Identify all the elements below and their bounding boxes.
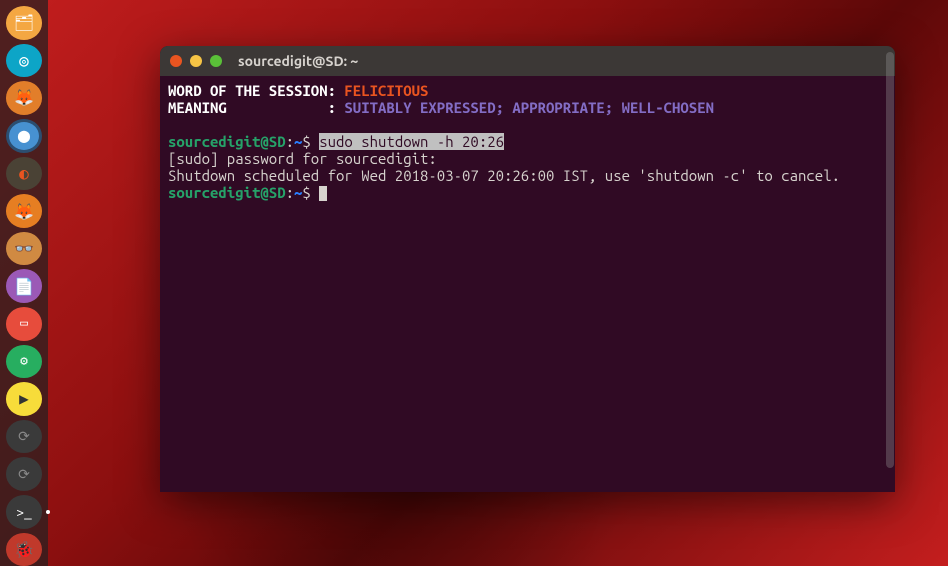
launcher-terminal-icon[interactable]: >_ xyxy=(6,495,42,529)
launcher-app-icon[interactable]: 🦊 xyxy=(6,194,42,228)
launcher-app-icon[interactable]: ⟳ xyxy=(6,420,42,454)
terminal-window: sourcedigit@SD: ~ WORD OF THE SESSION: F… xyxy=(160,46,895,492)
launcher-app-icon[interactable]: ◐ xyxy=(6,157,42,191)
session-meaning-label: MEANING : xyxy=(168,99,344,116)
launcher-dock: 🗂 ◎ 🦊 ⬤ ◐ 🦊 👓 📄 ▭ ⚙ ▶ ⟳ ⟳ >_ 🐞 xyxy=(0,0,48,566)
schedule-line: Shutdown scheduled for Wed 2018-03-07 20… xyxy=(168,167,840,184)
prompt-colon: : xyxy=(286,133,294,150)
launcher-media-icon[interactable]: ▶ xyxy=(6,382,42,416)
launcher-app-icon[interactable]: 🐞 xyxy=(6,533,42,566)
window-title: sourcedigit@SD: ~ xyxy=(238,53,358,69)
prompt-user-host: sourcedigit@SD xyxy=(168,184,286,201)
prompt-user-host: sourcedigit@SD xyxy=(168,133,286,150)
launcher-app-icon[interactable]: 👓 xyxy=(6,232,42,266)
window-maximize-button[interactable] xyxy=(210,55,222,67)
terminal-cursor xyxy=(319,186,327,201)
session-meaning-value: SUITABLY EXPRESSED; APPROPRIATE; WELL-CH… xyxy=(344,99,714,116)
sudo-prompt-line: [sudo] password for sourcedigit: xyxy=(168,150,437,167)
launcher-files-icon[interactable]: 🗂 xyxy=(6,6,42,40)
window-close-button[interactable] xyxy=(170,55,182,67)
launcher-editor-icon[interactable]: 📄 xyxy=(6,269,42,303)
launcher-firefox-icon[interactable]: 🦊 xyxy=(6,81,42,115)
launcher-slides-icon[interactable]: ▭ xyxy=(6,307,42,341)
launcher-chromium-icon[interactable]: ⬤ xyxy=(6,119,42,153)
launcher-app-icon[interactable]: ◎ xyxy=(6,44,42,78)
window-titlebar[interactable]: sourcedigit@SD: ~ xyxy=(160,46,895,76)
command-text: sudo shutdown -h 20:26 xyxy=(319,133,504,150)
launcher-settings-icon[interactable]: ⚙ xyxy=(6,345,42,379)
session-word-value: FELICITOUS xyxy=(344,82,428,99)
prompt-sigil: $ xyxy=(302,133,319,150)
prompt-colon: : xyxy=(286,184,294,201)
launcher-app-icon[interactable]: ⟳ xyxy=(6,457,42,491)
launcher-running-indicator xyxy=(46,510,50,514)
session-word-label: WORD OF THE SESSION: xyxy=(168,82,344,99)
window-minimize-button[interactable] xyxy=(190,55,202,67)
terminal-content[interactable]: WORD OF THE SESSION: FELICITOUS MEANING … xyxy=(160,76,895,492)
prompt-sigil: $ xyxy=(302,184,319,201)
terminal-scrollbar[interactable] xyxy=(886,52,894,468)
